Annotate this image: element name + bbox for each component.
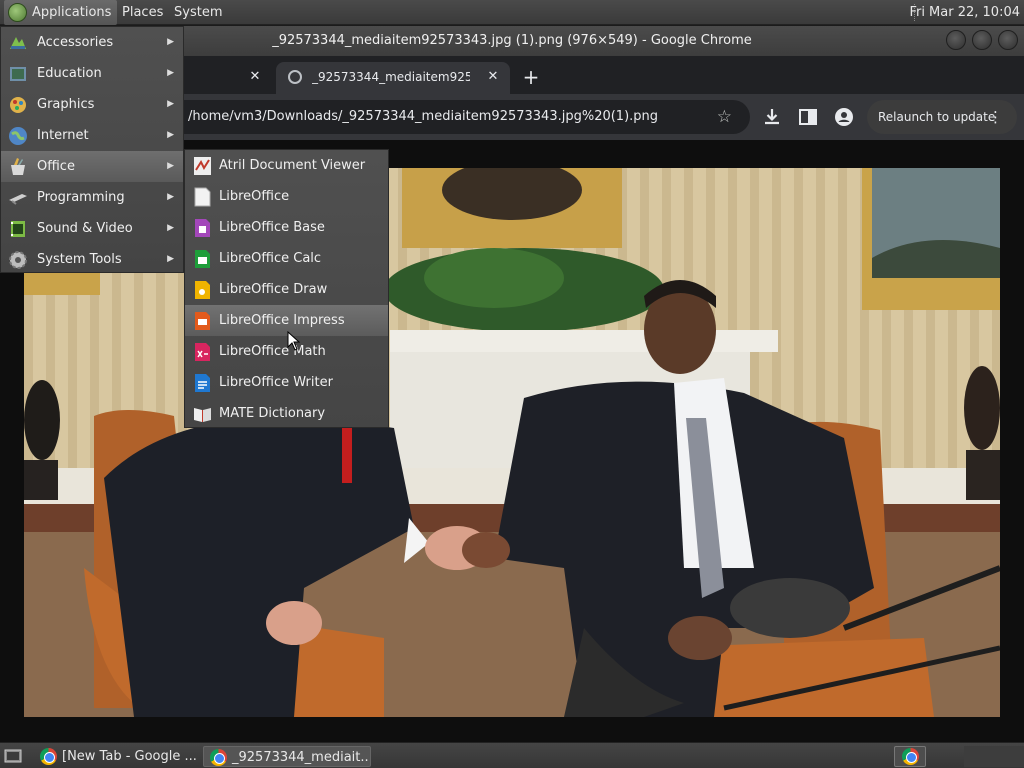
office-submenu: Atril Document Viewer LibreOffice LibreO… [184,149,389,428]
clock[interactable]: Fri Mar 22, 10:04 [909,0,1020,25]
workspace-switcher[interactable] [964,746,1024,767]
show-desktop-icon[interactable] [4,748,22,764]
submenu-item-label: LibreOffice [219,189,290,204]
menu-item-label: System Tools [37,252,122,267]
submenu-item-label: LibreOffice Calc [219,251,322,266]
submenu-arrow-icon: ▶ [167,223,174,233]
relaunch-to-update-button[interactable]: Relaunch to update ⋮ [867,100,1017,134]
submenu-item-label: LibreOffice Draw [219,282,328,297]
maximize-button[interactable] [972,30,992,50]
applications-menu[interactable]: Applications [4,0,118,25]
libreoffice-writer-icon [195,374,210,392]
bookmark-star-icon[interactable]: ☆ [717,100,732,134]
atril-icon [194,157,211,175]
libreoffice-base-icon [195,219,210,237]
taskbar-item-label: [New Tab - Google ... [62,749,197,764]
close-tab-icon[interactable]: ✕ [246,68,264,86]
submenu-arrow-icon: ▶ [167,161,174,171]
url-text: /home/vm3/Downloads/_92573344_mediaitem9… [188,109,659,124]
submenu-arrow-icon: ▶ [167,37,174,47]
menu-item-office[interactable]: Office ▶ [1,151,183,182]
submenu-item-label: LibreOffice Impress [219,313,345,328]
menu-item-graphics[interactable]: Graphics ▶ [1,89,183,120]
menu-item-internet[interactable]: Internet ▶ [1,120,183,151]
submenu-item-label: Atril Document Viewer [219,158,366,173]
graphics-icon [10,97,26,113]
submenu-arrow-icon: ▶ [167,192,174,202]
internet-icon [9,127,27,145]
menu-item-system-tools[interactable]: System Tools ▶ [1,244,183,275]
accessories-icon [10,37,26,49]
submenu-item-libreoffice[interactable]: LibreOffice [185,181,388,212]
libreoffice-math-icon [195,343,210,361]
taskbar-item-image[interactable]: _92573344_mediait... [203,746,371,767]
tab-label: _92573344_mediaitem92573343.jpg [312,70,470,84]
menu-item-label: Accessories [37,35,114,50]
globe-icon [288,70,302,84]
office-icon [11,158,25,175]
submenu-item-label: MATE Dictionary [219,406,326,421]
close-window-button[interactable] [998,30,1018,50]
menu-item-sound-video[interactable]: Sound & Video ▶ [1,213,183,244]
programming-icon [9,194,27,205]
minimize-button[interactable] [946,30,966,50]
submenu-item-libreoffice-base[interactable]: LibreOffice Base [185,212,388,243]
submenu-arrow-icon: ▶ [167,130,174,140]
education-icon [10,67,26,81]
submenu-arrow-icon: ▶ [167,99,174,109]
tray-chrome-button[interactable] [894,746,926,767]
dictionary-icon [194,408,211,422]
profile-icon[interactable] [833,106,855,128]
libreoffice-icon [194,187,211,207]
applications-label: Applications [32,5,112,20]
libreoffice-draw-icon [195,281,210,299]
chrome-icon [902,748,919,765]
submenu-arrow-icon: ▶ [167,68,174,78]
submenu-item-atril[interactable]: Atril Document Viewer [185,150,388,181]
bottom-panel: [New Tab - Google ... _92573344_mediait.… [0,742,1024,768]
mate-logo-icon [8,3,27,22]
libreoffice-impress-icon [195,312,210,330]
tab-image[interactable]: _92573344_mediaitem92573343.jpg ✕ [276,62,510,94]
close-tab-icon[interactable]: ✕ [484,68,502,86]
submenu-item-label: LibreOffice Base [219,220,325,235]
menu-item-label: Internet [37,128,89,143]
menu-item-programming[interactable]: Programming ▶ [1,182,183,213]
menu-item-label: Education [37,66,102,81]
mouse-cursor-icon [287,331,301,351]
submenu-item-libreoffice-draw[interactable]: LibreOffice Draw [185,274,388,305]
taskbar-item-new-tab[interactable]: [New Tab - Google ... [34,746,202,767]
submenu-item-label: LibreOffice Writer [219,375,333,390]
submenu-item-mate-dictionary[interactable]: MATE Dictionary [185,398,388,429]
libreoffice-calc-icon [195,250,210,268]
submenu-item-libreoffice-calc[interactable]: LibreOffice Calc [185,243,388,274]
chrome-icon [210,749,227,766]
submenu-arrow-icon: ▶ [167,254,174,264]
menu-item-label: Graphics [37,97,95,112]
more-menu-icon[interactable]: ⋮ [988,100,1003,134]
places-menu[interactable]: Places [116,0,169,25]
address-bar[interactable]: /home/vm3/Downloads/_92573344_mediaitem9… [160,100,750,134]
taskbar-item-label: _92573344_mediait... [232,750,371,765]
side-panel-icon[interactable] [797,106,819,128]
top-panel: Applications Places System Fri Mar 22, 1… [0,0,1024,25]
system-tools-icon [9,251,27,269]
chrome-icon [40,748,57,765]
new-tab-button[interactable]: + [518,64,544,90]
submenu-item-libreoffice-writer[interactable]: LibreOffice Writer [185,367,388,398]
menu-item-label: Office [37,159,75,174]
submenu-item-label: LibreOffice Math [219,344,326,359]
menu-item-education[interactable]: Education ▶ [1,58,183,89]
sound-video-icon [11,221,25,237]
applications-dropdown: Accessories ▶ Education ▶ Graphics ▶ Int… [0,26,184,273]
relaunch-label: Relaunch to update [878,110,996,124]
system-menu[interactable]: System [168,0,228,25]
menu-item-accessories[interactable]: Accessories ▶ [1,27,183,58]
download-icon[interactable] [761,106,783,128]
menu-item-label: Programming [37,190,125,205]
menu-item-label: Sound & Video [37,221,133,236]
